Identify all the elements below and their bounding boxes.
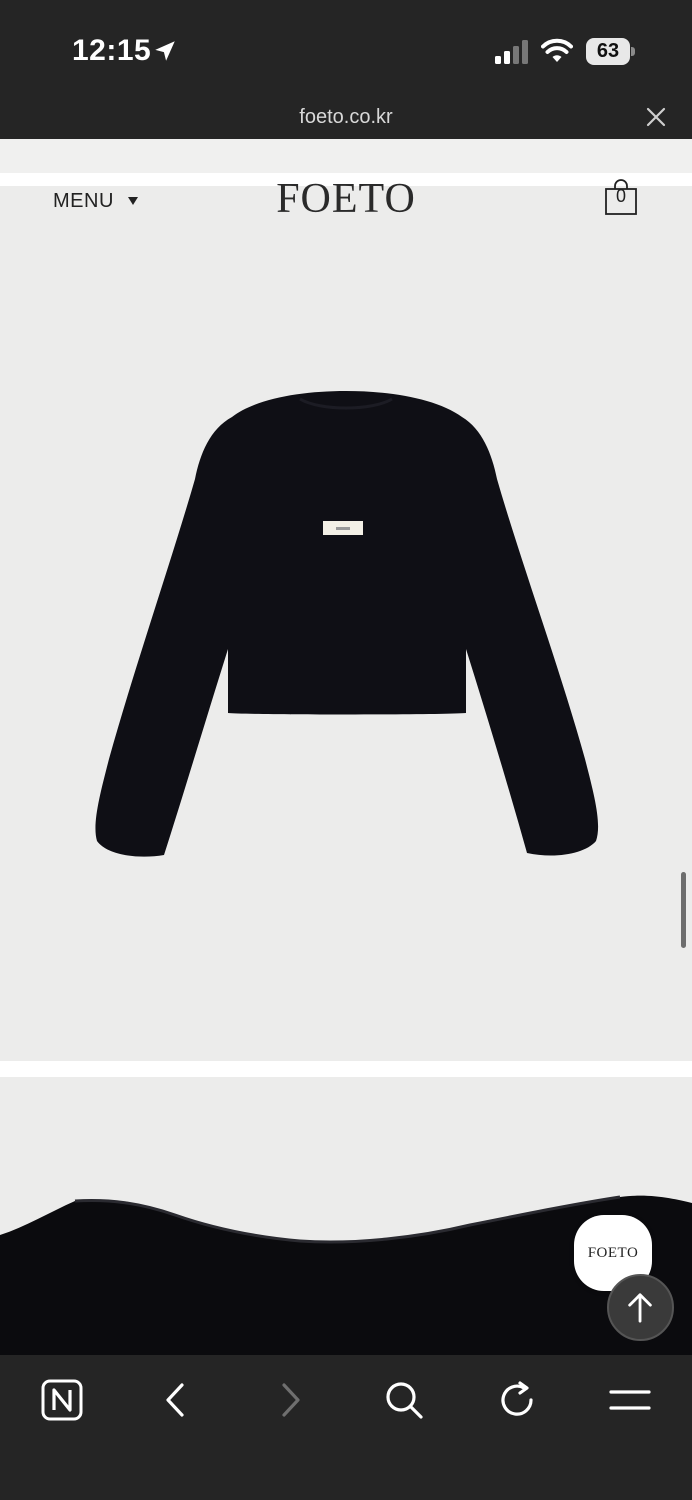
location-arrow-icon	[155, 41, 175, 61]
status-bar: 12:15 63	[0, 0, 692, 92]
product-detail-image[interactable]	[0, 1077, 692, 1355]
url-bar[interactable]: foeto.co.kr	[0, 92, 692, 139]
wifi-icon	[541, 38, 573, 62]
header-strip	[0, 139, 692, 173]
battery-tip	[631, 47, 635, 56]
forward-chevron-icon[interactable]	[267, 1377, 313, 1423]
battery-icon: 63	[586, 38, 630, 65]
arrow-up-icon[interactable]	[609, 1276, 672, 1339]
cart-count[interactable]: 0	[604, 186, 638, 207]
close-icon[interactable]	[645, 106, 667, 128]
battery-level: 63	[596, 40, 620, 62]
scroll-indicator[interactable]	[681, 872, 686, 948]
status-time: 12:15	[72, 34, 152, 67]
refresh-icon[interactable]	[494, 1377, 540, 1423]
product-image[interactable]	[0, 239, 692, 1061]
image-separator	[0, 1061, 692, 1077]
web-page: MENU FOETO 0	[0, 139, 692, 1355]
hamburger-menu-icon[interactable]	[607, 1377, 653, 1423]
scroll-top-button[interactable]	[607, 1274, 674, 1341]
cellular-signal-icon	[495, 40, 528, 64]
back-chevron-icon[interactable]	[153, 1377, 199, 1423]
url-text[interactable]: foeto.co.kr	[0, 106, 692, 129]
naver-n-icon[interactable]	[39, 1377, 85, 1423]
search-icon[interactable]	[381, 1377, 427, 1423]
browser-toolbar	[0, 1355, 692, 1500]
site-logo[interactable]: FOETO	[0, 175, 692, 223]
